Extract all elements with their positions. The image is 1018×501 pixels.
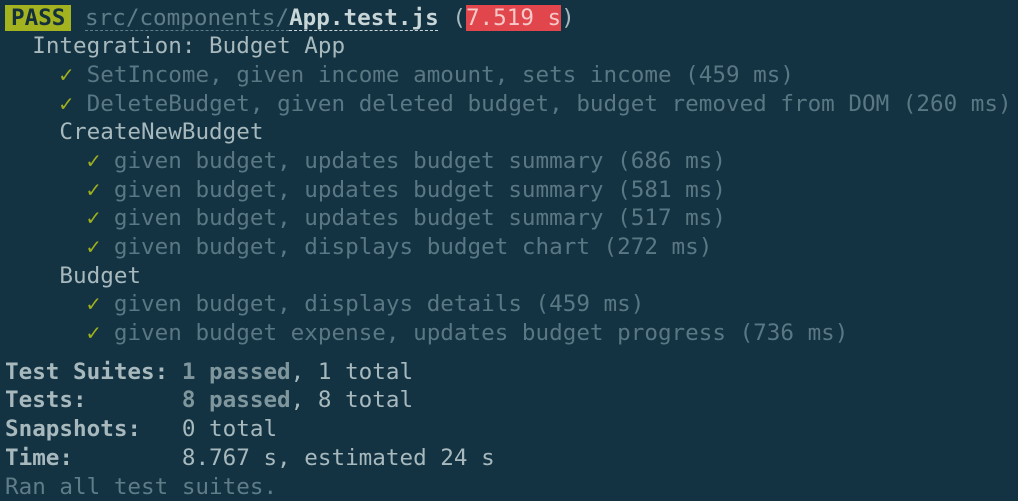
paren-close: ) xyxy=(561,5,575,31)
group-label: CreateNewBudget xyxy=(59,119,263,145)
check-icon: ✓ xyxy=(87,234,101,260)
spacer xyxy=(5,348,1018,358)
test-label: given budget, updates budget summary (68… xyxy=(114,148,726,174)
test-label: given budget, displays details (459 ms) xyxy=(114,291,645,317)
passed-count: 1 passed xyxy=(182,359,291,385)
test-label: given budget expense, updates budget pro… xyxy=(114,320,849,346)
time-value: 8.767 s, estimated 24 s xyxy=(182,445,495,471)
summary-label: Snapshots: xyxy=(5,416,182,442)
terminal-output: PASS src/components/App.test.js (7.519 s… xyxy=(0,0,1018,501)
check-icon: ✓ xyxy=(87,320,101,346)
summary-label: Tests: xyxy=(5,387,182,413)
check-icon: ✓ xyxy=(87,291,101,317)
summary-time: Time: 8.767 s, estimated 24 s xyxy=(5,444,1018,473)
test-label: given budget, updates budget summary (51… xyxy=(114,205,726,231)
check-icon: ✓ xyxy=(87,177,101,203)
group-name: Budget xyxy=(5,262,1018,291)
suite-label: Integration: Budget App xyxy=(32,33,345,59)
summary-snapshots: Snapshots: 0 total xyxy=(5,415,1018,444)
check-icon: ✓ xyxy=(87,205,101,231)
paren-open: ( xyxy=(439,5,466,31)
file-name: App.test.js xyxy=(289,5,439,31)
slow-duration-badge: 7.519 s xyxy=(466,5,561,31)
snapshots-value: 0 total xyxy=(182,416,277,442)
test-label: SetIncome, given income amount, sets inc… xyxy=(87,62,794,88)
result-header: PASS src/components/App.test.js (7.519 s… xyxy=(5,4,1018,33)
file-dir: src/components/ xyxy=(85,5,289,31)
summary-label: Test Suites: xyxy=(5,359,182,385)
test-row: ✓ given budget, displays details (459 ms… xyxy=(5,290,1018,319)
check-icon: ✓ xyxy=(87,148,101,174)
check-icon: ✓ xyxy=(59,62,73,88)
summary-suites: Test Suites: 1 passed, 1 total xyxy=(5,358,1018,387)
pass-badge: PASS xyxy=(5,5,71,31)
test-row: ✓ given budget, displays budget chart (2… xyxy=(5,233,1018,262)
group-name: CreateNewBudget xyxy=(5,118,1018,147)
ran-all-message: Ran all test suites. xyxy=(5,473,1018,501)
group-label: Budget xyxy=(59,263,141,289)
test-row: ✓ DeleteBudget, given deleted budget, bu… xyxy=(5,90,1018,119)
test-label: DeleteBudget, given deleted budget, budg… xyxy=(87,91,1012,117)
suite-name: Integration: Budget App xyxy=(5,32,1018,61)
test-row: ✓ given budget expense, updates budget p… xyxy=(5,319,1018,348)
passed-count: 8 passed xyxy=(182,387,291,413)
summary-label: Time: xyxy=(5,445,182,471)
check-icon: ✓ xyxy=(59,91,73,117)
total-count: , 1 total xyxy=(291,359,413,385)
summary-tests: Tests: 8 passed, 8 total xyxy=(5,386,1018,415)
test-row: ✓ given budget, updates budget summary (… xyxy=(5,176,1018,205)
total-count: , 8 total xyxy=(291,387,413,413)
test-label: given budget, displays budget chart (272… xyxy=(114,234,713,260)
test-label: given budget, updates budget summary (58… xyxy=(114,177,726,203)
test-row: ✓ given budget, updates budget summary (… xyxy=(5,147,1018,176)
test-row: ✓ given budget, updates budget summary (… xyxy=(5,204,1018,233)
test-row: ✓ SetIncome, given income amount, sets i… xyxy=(5,61,1018,90)
